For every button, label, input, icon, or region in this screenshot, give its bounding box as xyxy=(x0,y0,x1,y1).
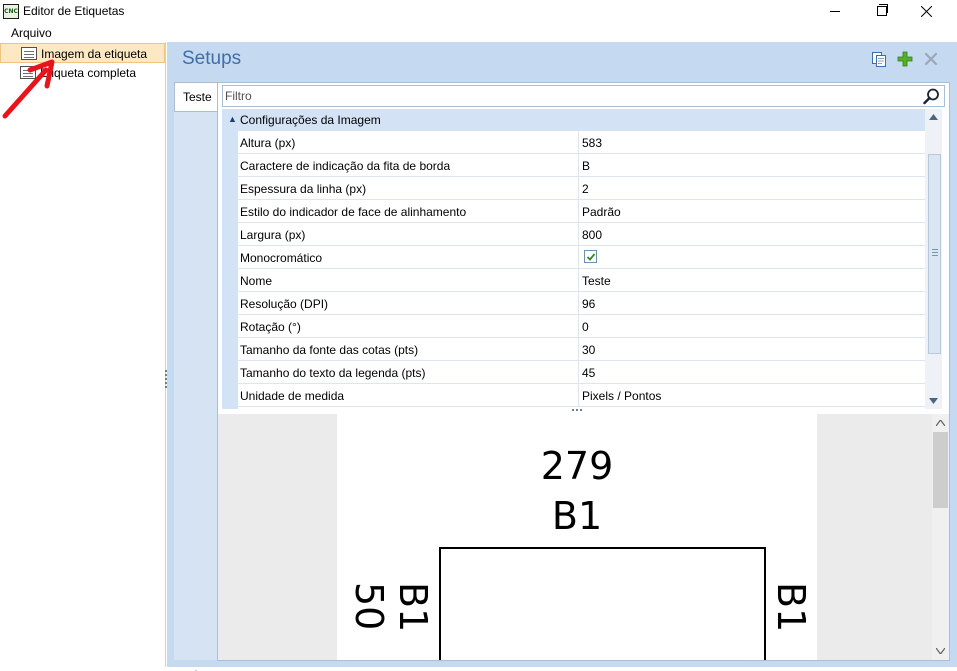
property-name: Altura (px) xyxy=(238,131,579,153)
close-icon xyxy=(921,6,932,17)
property-value[interactable]: 583 xyxy=(580,131,925,153)
property-name: Largura (px) xyxy=(238,223,579,245)
red-arrow-annotation xyxy=(2,59,55,119)
property-row-resolucao[interactable]: Resolução (DPI) 96 xyxy=(238,292,925,315)
label-preview-canvas: 279 B1 50 B1 B1 xyxy=(337,414,817,660)
preview-scrollbar[interactable] xyxy=(932,414,949,660)
category-label: Configurações da Imagem xyxy=(240,113,381,127)
property-row-altura[interactable]: Altura (px) 583 xyxy=(238,131,925,154)
checkmark-icon xyxy=(586,253,596,261)
setup-tab-strip: Teste ▲ ▼ xyxy=(174,82,218,671)
property-grid: ▲ Configurações da Imagem Altura (px) 58… xyxy=(222,109,946,409)
property-value[interactable]: 0 xyxy=(580,315,925,337)
property-name: Rotação (°) xyxy=(238,315,579,337)
grid-splitter[interactable] xyxy=(572,409,588,413)
property-value[interactable]: 2 xyxy=(580,177,925,199)
property-row-rotacao[interactable]: Rotação (°) 0 xyxy=(238,315,925,338)
property-row-unidade[interactable]: Unidade de medida Pixels / Pontos xyxy=(238,384,925,407)
scroll-up-icon[interactable] xyxy=(936,420,945,426)
search-icon[interactable] xyxy=(923,88,940,105)
minimize-button[interactable] xyxy=(811,0,857,23)
window-title: Editor de Etiquetas xyxy=(23,4,125,18)
property-value[interactable]: 96 xyxy=(580,292,925,314)
duplicate-icon[interactable] xyxy=(871,51,887,67)
setups-panel: Setups Teste ▲ ▼ ▲ Configurações da I xyxy=(167,42,957,671)
add-icon[interactable] xyxy=(897,51,913,67)
maximize-button[interactable] xyxy=(857,0,903,23)
delete-icon[interactable] xyxy=(923,51,939,67)
property-name: Tamanho da fonte das cotas (pts) xyxy=(238,338,579,360)
app-icon: CNC xyxy=(3,4,19,19)
property-value[interactable]: Pixels / Pontos xyxy=(580,384,925,406)
scroll-down-icon[interactable] xyxy=(929,398,938,404)
navigation-tree: Imagem da etiqueta Etiqueta completa xyxy=(0,42,166,667)
menu-bar: Arquivo xyxy=(0,23,957,42)
height-dimension: 50 xyxy=(347,582,391,631)
property-value[interactable]: B xyxy=(580,154,925,176)
property-row-caractere[interactable]: Caractere de indicação da fita de borda … xyxy=(238,154,925,177)
menu-arquivo[interactable]: Arquivo xyxy=(6,26,57,40)
property-name: Tamanho do texto da legenda (pts) xyxy=(238,361,579,383)
property-value[interactable]: Padrão xyxy=(580,200,925,222)
category-header[interactable]: ▲ Configurações da Imagem xyxy=(222,109,925,131)
scrollbar-thumb[interactable] xyxy=(933,432,948,508)
scroll-up-icon[interactable] xyxy=(929,114,938,120)
close-button[interactable] xyxy=(903,0,949,23)
setup-content: ▲ Configurações da Imagem Altura (px) 58… xyxy=(217,82,950,661)
property-name: Estilo do indicador de face de alinhamen… xyxy=(238,200,579,222)
tab-teste[interactable]: Teste xyxy=(174,82,218,112)
property-row-nome[interactable]: Nome Teste xyxy=(238,269,925,292)
filter-box xyxy=(222,85,945,107)
property-row-texto-legenda[interactable]: Tamanho do texto da legenda (pts) 45 xyxy=(238,361,925,384)
property-value[interactable]: 45 xyxy=(580,361,925,383)
property-row-largura[interactable]: Largura (px) 800 xyxy=(238,223,925,246)
property-name: Unidade de medida xyxy=(238,384,579,406)
property-value[interactable]: Teste xyxy=(580,269,925,291)
setups-title: Setups xyxy=(182,48,242,69)
filter-input[interactable] xyxy=(225,88,915,104)
edge-band-top: B1 xyxy=(551,494,603,538)
width-dimension: 279 xyxy=(540,444,614,488)
tab-scroll-up-icon[interactable]: ▲ xyxy=(192,667,200,671)
edge-band-left: B1 xyxy=(391,582,435,633)
collapse-caret-icon[interactable]: ▲ xyxy=(228,114,237,124)
tab-label: Teste xyxy=(183,90,212,104)
grid-gutter xyxy=(222,131,238,409)
label-preview: 279 B1 50 B1 B1 xyxy=(218,414,949,660)
piece-outline xyxy=(439,547,766,660)
scroll-down-icon[interactable] xyxy=(936,648,945,654)
property-name: Caractere de indicação da fita de borda xyxy=(238,154,579,176)
property-row-fonte-cotas[interactable]: Tamanho da fonte das cotas (pts) 30 xyxy=(238,338,925,361)
edge-band-right: B1 xyxy=(769,582,813,633)
property-value[interactable]: 800 xyxy=(580,223,925,245)
property-value[interactable]: 30 xyxy=(580,338,925,360)
property-grid-scrollbar[interactable] xyxy=(925,109,942,409)
property-value xyxy=(580,246,925,268)
title-bar: CNC Editor de Etiquetas xyxy=(0,0,957,23)
scrollbar-thumb[interactable] xyxy=(928,154,941,354)
property-name: Resolução (DPI) xyxy=(238,292,579,314)
property-name: Espessura da linha (px) xyxy=(238,177,579,199)
property-row-espessura[interactable]: Espessura da linha (px) 2 xyxy=(238,177,925,200)
property-row-monocromatico[interactable]: Monocromático xyxy=(238,246,925,269)
property-row-estilo[interactable]: Estilo do indicador de face de alinhamen… xyxy=(238,200,925,223)
monocromatico-checkbox[interactable] xyxy=(584,250,597,263)
property-name: Nome xyxy=(238,269,579,291)
property-name: Monocromático xyxy=(238,246,579,268)
